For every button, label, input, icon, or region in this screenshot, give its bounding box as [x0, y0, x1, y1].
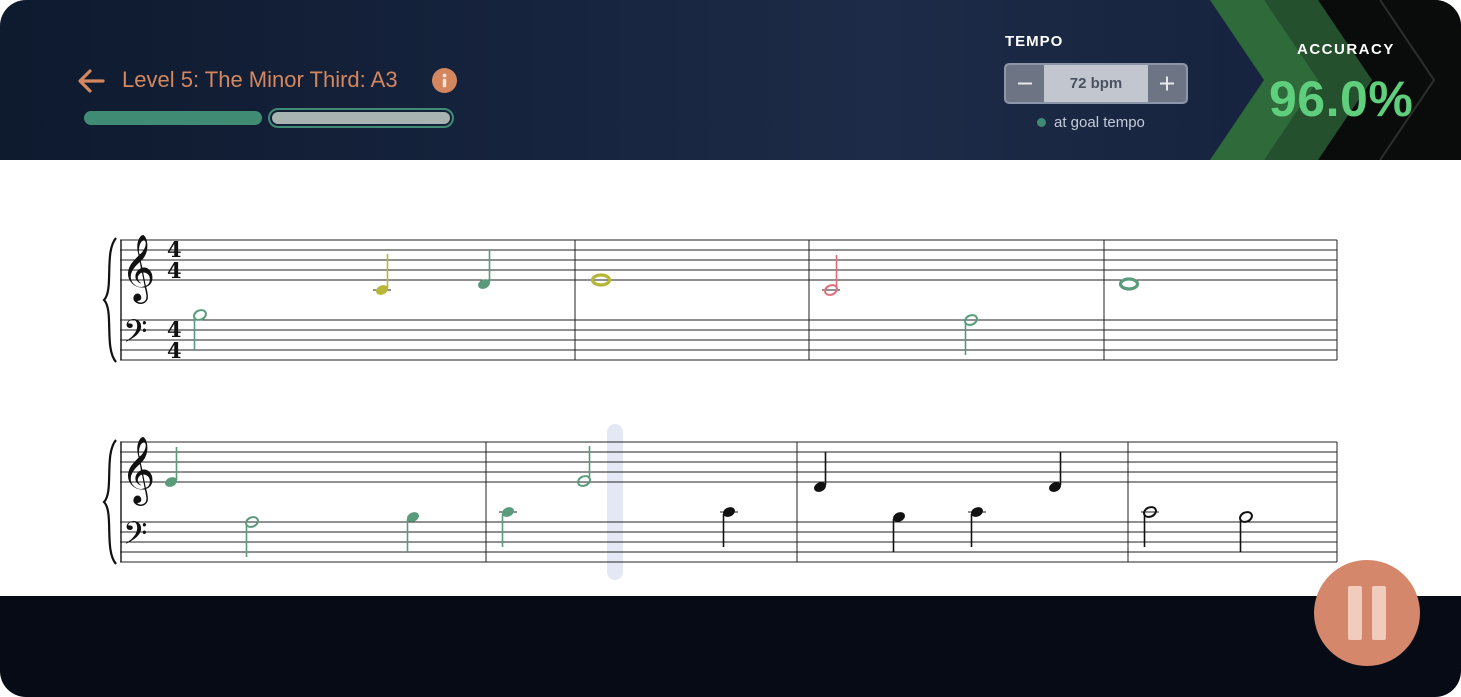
treble-staff [120, 239, 1337, 281]
tempo-decrease-button[interactable] [1006, 65, 1044, 102]
accuracy-label: ACCURACY [1297, 41, 1395, 58]
pause-icon [1372, 586, 1386, 640]
sheet-music: 𝄞 𝄢 4 4 4 4 𝄞 𝄢 [102, 233, 1338, 580]
note [243, 514, 261, 557]
brace-icon [102, 439, 117, 565]
note [720, 505, 738, 547]
tempo-increase-button[interactable] [1148, 65, 1186, 102]
pause-button[interactable] [1314, 560, 1420, 666]
note [962, 312, 980, 355]
note [822, 255, 840, 298]
pause-icon [1348, 586, 1362, 640]
back-button[interactable] [76, 66, 108, 96]
tempo-control: 72 bpm [1004, 63, 1188, 104]
brace-icon [102, 237, 117, 363]
bass-clef-icon: 𝄢 [123, 313, 147, 357]
minus-icon [1018, 82, 1032, 85]
bass-staff [120, 521, 1337, 563]
arrow-left-icon [78, 69, 105, 93]
goal-status-dot [1037, 118, 1046, 127]
progress-segment-completed [84, 111, 262, 125]
footer-bar [0, 596, 1461, 697]
tempo-label: TEMPO [1005, 33, 1064, 50]
playhead [607, 424, 623, 580]
time-sig-bottom: 4 [167, 258, 182, 283]
note [405, 510, 421, 552]
note [191, 307, 209, 350]
note [499, 505, 517, 547]
level-title: Level 5: The Minor Third: A3 [122, 67, 398, 92]
treble-clef-icon: 𝄞 [121, 435, 155, 506]
treble-staff [120, 441, 1337, 483]
goal-status-text: at goal tempo [1054, 114, 1145, 131]
note [891, 510, 907, 552]
note [163, 447, 179, 489]
info-button[interactable] [432, 68, 457, 93]
tempo-value: 72 bpm [1069, 75, 1123, 92]
note [1047, 452, 1063, 494]
bass-staff [120, 319, 1337, 361]
treble-clef-icon: 𝄞 [121, 233, 155, 304]
time-signature: 4 4 4 4 [167, 237, 182, 363]
bass-clef-icon: 𝄢 [123, 515, 147, 559]
app-window: Level 5: The Minor Third: A3 TEMPO 72 bp… [0, 0, 1461, 697]
system-2 [120, 441, 1338, 563]
system-1 [120, 239, 1338, 361]
time-sig-bottom: 4 [167, 338, 182, 363]
progress-segment-current [268, 108, 454, 128]
plus-icon [1160, 76, 1174, 91]
note [1141, 504, 1159, 547]
accuracy-value: 96.0% [1269, 71, 1414, 127]
info-icon [442, 73, 447, 88]
note [812, 452, 828, 494]
note [1118, 277, 1140, 291]
header-bar: Level 5: The Minor Third: A3 TEMPO 72 bp… [0, 0, 1461, 160]
note [1237, 509, 1255, 552]
note [968, 505, 986, 547]
